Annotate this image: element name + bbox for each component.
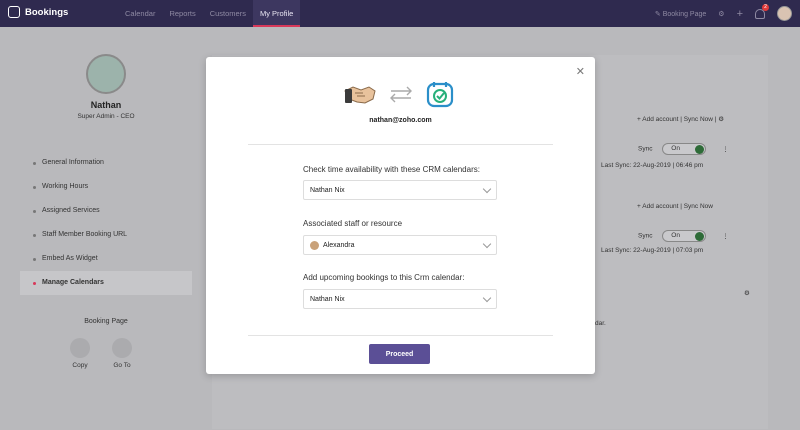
top-nav-bar: Bookings Calendar Reports Customers My P… [0, 0, 800, 27]
sidebar-item-staff-booking-url[interactable]: Staff Member Booking URL [20, 223, 192, 247]
toggle-knob [695, 232, 705, 241]
footer-fragment: dar. [595, 320, 606, 327]
more-options-icon[interactable]: ⋮ [722, 233, 729, 240]
last-sync-value: 22-Aug-2019 | 06:46 pm [633, 162, 704, 169]
add-icon[interactable]: + [737, 8, 743, 20]
sync-now-link[interactable]: Sync Now [684, 116, 713, 123]
profile-avatar [86, 54, 126, 94]
account-actions-2: + Add account | Sync Now [637, 203, 713, 210]
booking-page-link[interactable]: ✎ Booking Page [655, 10, 706, 18]
tab-reports[interactable]: Reports [162, 0, 202, 27]
profile-role: Super Admin - CEO [77, 113, 135, 120]
sidebar-item-embed-widget[interactable]: Embed As Widget [20, 247, 192, 271]
more-options-icon[interactable]: ⋮ [722, 146, 729, 153]
last-sync-value: 22-Aug-2019 | 07:03 pm [633, 247, 704, 254]
notification-bell-icon[interactable]: 2 [755, 3, 769, 19]
profile-name: Nathan [90, 100, 122, 110]
user-avatar[interactable] [777, 6, 792, 21]
sidebar-item-assigned-services[interactable]: Assigned Services [20, 199, 192, 223]
staff-resource-value: Alexandra [323, 241, 355, 249]
bookings-calendar-icon [426, 82, 454, 108]
crm-calendars-label: Check time availability with these CRM c… [303, 165, 480, 174]
sync-label: Sync [638, 232, 653, 240]
app-name: Bookings [25, 6, 69, 18]
copy-button[interactable]: Copy [68, 338, 92, 369]
chevron-down-icon [482, 184, 492, 194]
top-right-actions: ✎ Booking Page ⚙ + 2 [655, 0, 792, 27]
chevron-down-icon [482, 239, 492, 249]
booking-page-title: Booking Page [84, 318, 128, 325]
main-nav: Calendar Reports Customers My Profile [118, 0, 301, 27]
settings-icon[interactable]: ⚙ [744, 289, 750, 297]
crm-calendar-modal: ✕ nathan@zoho.com Check time availabilit… [206, 57, 595, 374]
copy-label: Copy [72, 362, 88, 369]
tab-calendar[interactable]: Calendar [118, 0, 162, 27]
crm-calendars-select[interactable]: Nathan Nix [303, 180, 497, 200]
upcoming-bookings-select[interactable]: Nathan Nix [303, 289, 497, 309]
staff-resource-select[interactable]: Alexandra [303, 235, 497, 255]
crm-handshake-icon [344, 86, 376, 104]
last-sync-label: Last Sync: [601, 247, 632, 254]
last-sync-label: Last Sync: [601, 162, 632, 169]
sidebar-item-manage-calendars[interactable]: Manage Calendars [20, 271, 192, 295]
staff-avatar [310, 240, 319, 250]
sync-label: Sync [638, 145, 653, 153]
tab-my-profile[interactable]: My Profile [252, 0, 301, 27]
add-account-link[interactable]: + Add account [637, 203, 678, 210]
link-icon [70, 338, 90, 358]
upcoming-bookings-value: Nathan Nix [310, 295, 345, 303]
close-icon[interactable]: ✕ [576, 65, 585, 78]
goto-button[interactable]: Go To [110, 338, 134, 369]
settings-icon[interactable]: ⚙ [718, 116, 724, 123]
crm-calendars-value: Nathan Nix [310, 186, 345, 194]
profile-sidebar: Nathan Super Admin - CEO General Informa… [0, 27, 205, 430]
sync-toggle-row-1: Sync On ⋮ [638, 143, 729, 155]
last-sync-1: Last Sync: 22-Aug-2019 | 06:46 pm [601, 162, 703, 169]
divider [248, 335, 553, 336]
goto-label: Go To [113, 362, 131, 369]
staff-resource-label: Associated staff or resource [303, 219, 403, 228]
add-account-link[interactable]: + Add account [637, 116, 678, 123]
settings-icon[interactable]: ⚙ [718, 10, 724, 18]
account-actions-1: + Add account | Sync Now | ⚙ [637, 116, 725, 123]
app-logo[interactable]: Bookings [8, 6, 68, 18]
sync-now-link[interactable]: Sync Now [684, 203, 713, 210]
booking-page-label: Booking Page [662, 10, 707, 18]
sync-toggle[interactable]: On [662, 230, 707, 242]
booking-page-actions: Copy Go To [68, 338, 134, 369]
last-sync-2: Last Sync: 22-Aug-2019 | 07:03 pm [601, 247, 703, 254]
divider [248, 144, 553, 145]
sidebar-menu: General Information Working Hours Assign… [20, 151, 192, 295]
sync-toggle-row-2: Sync On ⋮ [638, 230, 729, 242]
sync-arrows-icon [390, 86, 412, 103]
notification-badge: 2 [762, 3, 769, 11]
sync-state: On [671, 232, 680, 239]
account-email: nathan@zoho.com [369, 117, 432, 124]
toggle-knob [695, 145, 705, 154]
sidebar-item-working-hours[interactable]: Working Hours [20, 175, 192, 199]
bookings-logo-icon [8, 6, 20, 18]
tab-customers[interactable]: Customers [203, 0, 253, 27]
sidebar-item-general-information[interactable]: General Information [20, 151, 192, 175]
upcoming-bookings-label: Add upcoming bookings to this Crm calend… [303, 273, 465, 282]
proceed-button[interactable]: Proceed [369, 344, 430, 364]
sync-toggle[interactable]: On [662, 143, 707, 155]
integration-icons [343, 79, 455, 109]
chevron-down-icon [482, 293, 492, 303]
pointer-icon [112, 338, 132, 358]
sync-state: On [671, 145, 680, 152]
